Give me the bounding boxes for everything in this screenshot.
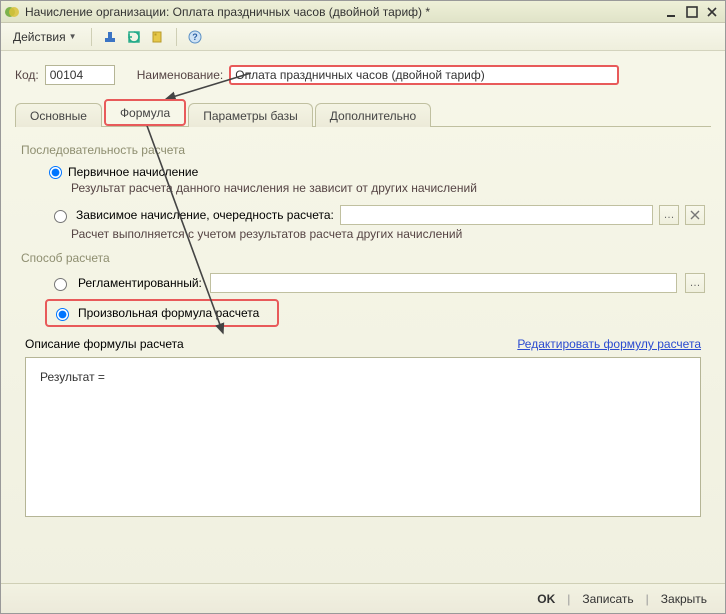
- code-input[interactable]: [45, 65, 115, 85]
- toolbar-button-2[interactable]: [124, 27, 144, 47]
- dependent-radio-row: Зависимое начисление, очередность расчет…: [49, 205, 705, 225]
- actions-menu[interactable]: Действия ▼: [7, 28, 83, 46]
- formula-textarea[interactable]: Результат =: [25, 357, 701, 517]
- titlebar: Начисление организации: Оплата праздничн…: [1, 1, 725, 23]
- name-label: Наименование:: [137, 68, 224, 82]
- dependent-radio[interactable]: [54, 210, 67, 223]
- primary-radio[interactable]: [49, 166, 62, 179]
- content-area: Код: Наименование: Основные Формула Пара…: [1, 51, 725, 583]
- primary-radio-label: Первичное начисление: [68, 165, 198, 179]
- minimize-button[interactable]: [663, 4, 681, 20]
- arbitrary-radio-label: Произвольная формула расчета: [78, 306, 259, 320]
- app-icon: [5, 5, 19, 19]
- footer-separator: |: [646, 592, 649, 606]
- tabs: Основные Формула Параметры базы Дополнит…: [15, 99, 711, 127]
- help-button[interactable]: ?: [185, 27, 205, 47]
- footer: OK | Записать | Закрыть: [1, 583, 725, 613]
- formula-text: Результат =: [40, 370, 105, 384]
- tab-params[interactable]: Параметры базы: [188, 103, 313, 127]
- write-button[interactable]: Записать: [576, 589, 639, 609]
- name-input[interactable]: [229, 65, 619, 85]
- sequence-title: Последовательность расчета: [21, 143, 705, 157]
- clear-button[interactable]: [685, 205, 705, 225]
- ellipsis-button[interactable]: …: [659, 205, 679, 225]
- arbitrary-radio[interactable]: [56, 308, 69, 321]
- maximize-button[interactable]: [683, 4, 701, 20]
- tab-extra[interactable]: Дополнительно: [315, 103, 431, 127]
- ok-button[interactable]: OK: [531, 589, 561, 609]
- chevron-down-icon: ▼: [69, 32, 77, 41]
- dependent-hint: Расчет выполняется с учетом результатов …: [71, 227, 705, 241]
- tab-main[interactable]: Основные: [15, 103, 102, 127]
- footer-separator: |: [567, 592, 570, 606]
- tab-panel-formula: Последовательность расчета Первичное нач…: [15, 127, 711, 521]
- method-title: Способ расчета: [21, 251, 705, 265]
- window: Начисление организации: Оплата праздничн…: [0, 0, 726, 614]
- ellipsis-button[interactable]: …: [685, 273, 705, 293]
- regulated-row: Регламентированный: …: [49, 273, 705, 293]
- code-label: Код:: [15, 68, 39, 82]
- description-label: Описание формулы расчета: [25, 337, 184, 351]
- arbitrary-row: Произвольная формула расчета: [45, 299, 279, 327]
- toolbar-button-3[interactable]: [148, 27, 168, 47]
- toolbar: Действия ▼ ?: [1, 23, 725, 51]
- primary-radio-row: Первичное начисление: [49, 165, 705, 179]
- close-button[interactable]: [703, 4, 721, 20]
- regulated-input[interactable]: [210, 273, 677, 293]
- svg-text:?: ?: [192, 32, 198, 42]
- primary-hint: Результат расчета данного начисления не …: [71, 181, 705, 195]
- regulated-radio-label: Регламентированный:: [78, 276, 202, 290]
- window-title: Начисление организации: Оплата праздничн…: [25, 5, 661, 19]
- description-row: Описание формулы расчета Редактировать ф…: [25, 337, 701, 351]
- edit-formula-link[interactable]: Редактировать формулу расчета: [517, 337, 701, 351]
- toolbar-separator: [176, 28, 177, 46]
- header-row: Код: Наименование:: [15, 65, 711, 85]
- toolbar-button-1[interactable]: [100, 27, 120, 47]
- regulated-radio[interactable]: [54, 278, 67, 291]
- tab-formula[interactable]: Формула: [104, 99, 186, 126]
- actions-menu-label: Действия: [13, 30, 66, 44]
- toolbar-separator: [91, 28, 92, 46]
- dependent-order-input[interactable]: [340, 205, 653, 225]
- close-footer-button[interactable]: Закрыть: [655, 589, 713, 609]
- dependent-radio-label: Зависимое начисление, очередность расчет…: [76, 208, 334, 222]
